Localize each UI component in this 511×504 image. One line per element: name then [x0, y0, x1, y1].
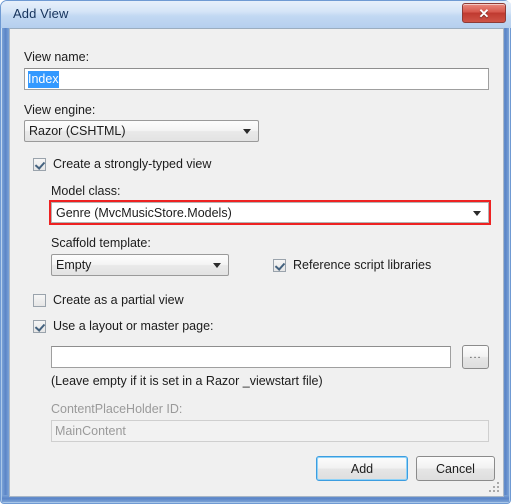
partial-view-checkbox[interactable]: Create as a partial view [33, 293, 184, 307]
view-engine-value: Razor (CSHTML) [29, 124, 126, 138]
model-class-label: Model class: [51, 184, 121, 198]
dialog-body: View name: Index View engine: Razor (CSH… [10, 29, 503, 449]
content-placeholder-input: MainContent [51, 420, 489, 442]
model-class-value: Genre (MvcMusicStore.Models) [56, 205, 232, 220]
close-button[interactable]: ✕ [462, 3, 506, 23]
add-button[interactable]: Add [316, 456, 408, 481]
view-engine-label: View engine: [24, 103, 96, 117]
browse-button[interactable]: ... [462, 345, 489, 369]
chevron-down-icon [473, 210, 481, 216]
reference-scripts-label: Reference script libraries [293, 258, 432, 272]
window-frame-left [2, 27, 9, 502]
resize-grip[interactable] [489, 482, 501, 494]
chevron-down-icon [213, 263, 221, 268]
scaffold-template-value: Empty [56, 258, 92, 272]
reference-scripts-checkbox[interactable]: Reference script libraries [273, 254, 431, 276]
leave-empty-hint: (Leave empty if it is set in a Razor _vi… [51, 374, 323, 388]
model-class-combobox[interactable]: Genre (MvcMusicStore.Models) [51, 202, 489, 223]
strongly-typed-label: Create a strongly-typed view [53, 157, 212, 171]
view-name-input[interactable]: Index [24, 68, 489, 90]
ellipsis-icon: ... [469, 349, 482, 361]
add-button-label: Add [350, 461, 374, 476]
view-name-value: Index [28, 70, 59, 88]
content-placeholder-label: ContentPlaceHolder ID: [51, 402, 183, 416]
checkbox-icon [33, 293, 46, 307]
cancel-button-label: Cancel [436, 461, 475, 476]
scaffold-template-combobox[interactable]: Empty [51, 254, 229, 276]
cancel-button[interactable]: Cancel [416, 456, 495, 481]
layout-page-checkbox[interactable]: Use a layout or master page: [33, 319, 214, 333]
view-name-label: View name: [24, 50, 90, 64]
add-view-dialog: Add View ✕ View name: Index View engine:… [0, 0, 511, 504]
content-placeholder-value: MainContent [55, 424, 126, 438]
strongly-typed-checkbox[interactable]: Create a strongly-typed view [33, 157, 211, 171]
dialog-footer: Add Cancel [10, 447, 503, 496]
close-icon: ✕ [478, 5, 490, 21]
layout-page-label: Use a layout or master page: [53, 319, 214, 333]
chevron-down-icon [243, 129, 251, 134]
checkbox-icon [273, 258, 286, 272]
layout-path-input[interactable] [51, 346, 451, 368]
scaffold-template-label: Scaffold template: [51, 236, 151, 250]
window-title: Add View [13, 6, 69, 21]
dialog-client-area: View name: Index View engine: Razor (CSH… [9, 28, 504, 497]
partial-view-label: Create as a partial view [53, 293, 184, 307]
checkbox-icon [33, 157, 46, 171]
view-engine-combobox[interactable]: Razor (CSHTML) [24, 120, 259, 142]
title-bar: Add View ✕ [1, 1, 511, 28]
checkbox-icon [33, 319, 46, 333]
